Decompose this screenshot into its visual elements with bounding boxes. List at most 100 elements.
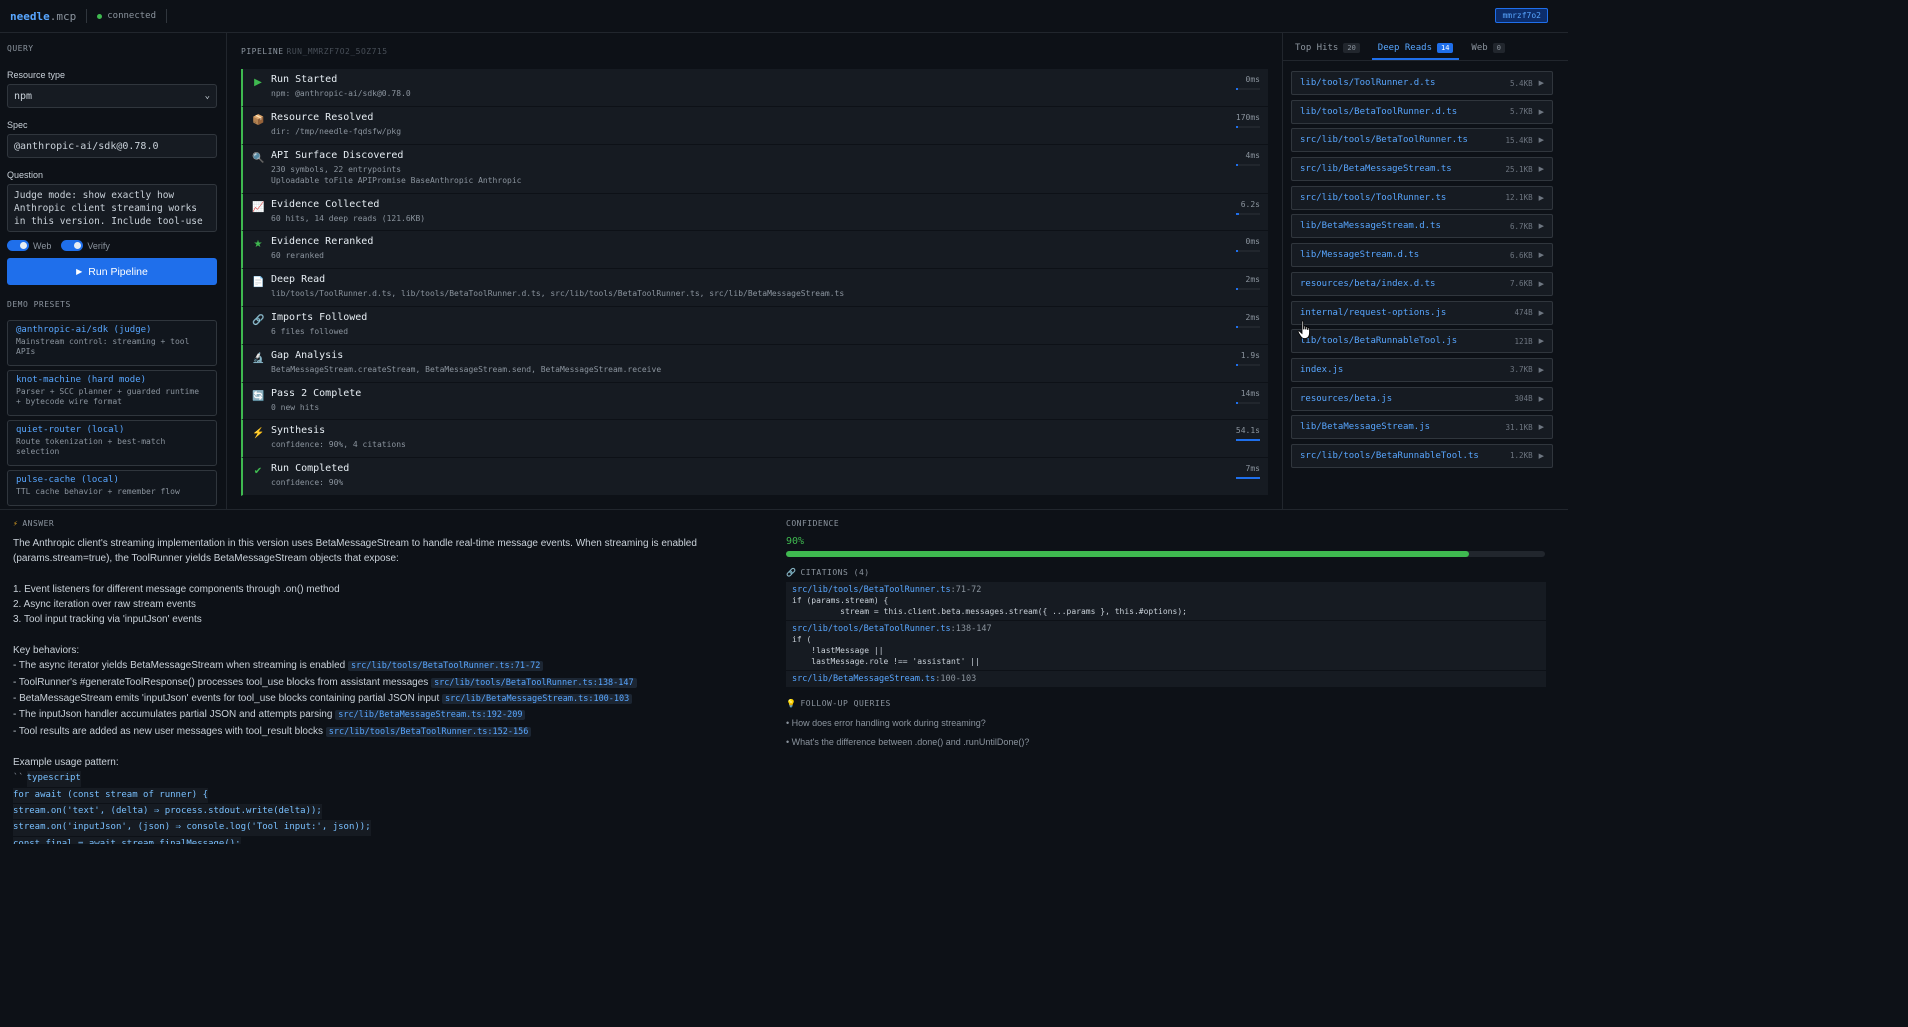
tab-top-hits[interactable]: Top Hits 20 [1289, 43, 1366, 60]
step-detail: Uploadable toFile APIPromise BaseAnthrop… [271, 175, 522, 185]
caret-right-icon: ▶ [1538, 223, 1544, 231]
followup-query[interactable]: • How does error handling work during st… [786, 718, 1546, 728]
citation-lines: :100-103 [935, 674, 977, 684]
citation-link[interactable]: src/lib/BetaMessageStream.ts:100-103 [442, 693, 633, 704]
app-logo[interactable]: needle.mcp [10, 10, 76, 23]
hand-cursor-icon [1297, 320, 1310, 339]
caret-right-icon: ▶ [1538, 108, 1544, 116]
answer-title: ⚡ ANSWER [13, 519, 773, 528]
file-name: lib/BetaMessageStream.d.ts [1300, 221, 1441, 232]
preset-name: knot-machine (hard mode) [16, 375, 147, 385]
file-item[interactable]: lib/BetaMessageStream.d.ts 6.7KB ▶ [1291, 214, 1553, 239]
file-item[interactable]: internal/request-options.js 474B ▶ [1291, 300, 1553, 325]
web-toggle[interactable]: Web [7, 240, 51, 251]
step-title: API Surface Discovered [271, 149, 404, 161]
chevron-down-icon: ⌄ [204, 91, 210, 101]
web-toggle-label: Web [33, 240, 52, 251]
file-item[interactable]: src/lib/BetaMessageStream.ts 25.1KB ▶ [1291, 157, 1553, 182]
file-item[interactable]: src/lib/tools/ToolRunner.ts 12.1KB ▶ [1291, 185, 1553, 210]
pipeline-step[interactable]: 📦 Resource Resolved dir: /tmp/needle-fqdsf… [241, 106, 1268, 145]
run-pipeline-button[interactable]: ▶ Run Pipeline [7, 258, 217, 285]
example-title: Example usage pattern: [13, 757, 119, 769]
tab-web[interactable]: Web 0 [1465, 43, 1510, 60]
results-panel: Top Hits 20 Deep Reads 14 Web 0 lib/tools/Too… [1282, 33, 1568, 509]
citation-card[interactable]: src/lib/tools/BetaToolRunner.ts:71-72 if … [786, 582, 1546, 621]
question-textarea[interactable]: Judge mode: show exactly how Anthropic c… [7, 184, 217, 232]
divider [0, 509, 1568, 510]
pipeline-step[interactable]: 📈 Evidence Collected 60 hits, 14 deep read… [241, 193, 1268, 232]
step-progress-bar [1236, 401, 1260, 404]
step-duration: 14ms [1240, 388, 1260, 398]
status-dot-icon [97, 13, 103, 19]
step-icon: 🔍 [252, 152, 265, 164]
query-panel: QUERY Resource type npm ⌄ Spec @anthropic… [0, 33, 227, 509]
confidence-bar-fill [786, 551, 1470, 557]
behavior-text: - BetaMessageStream emits 'inputJson' ev… [13, 692, 440, 704]
preset-item[interactable]: @anthropic-ai/sdk (judge) Mainstream cont… [7, 320, 217, 366]
pipeline-step[interactable]: ★ Evidence Reranked 60 reranked 0ms [241, 231, 1268, 270]
file-item[interactable]: src/lib/tools/BetaToolRunner.ts 15.4KB ▶ [1291, 128, 1553, 153]
preset-desc: Route tokenization + best-match selectio… [16, 437, 166, 456]
file-item[interactable]: lib/tools/ToolRunner.d.ts 5.4KB ▶ [1291, 71, 1553, 95]
step-title: Imports Followed [271, 311, 368, 323]
step-title: Synthesis [271, 425, 326, 437]
pipeline-step[interactable]: 🔗 Imports Followed 6 files followed 2ms [241, 306, 1268, 345]
file-item[interactable]: index.js 3.7KB ▶ [1291, 357, 1553, 382]
file-item[interactable]: lib/tools/BetaRunnableTool.js 121B ▶ [1291, 329, 1553, 354]
file-item[interactable]: src/lib/tools/BetaRunnableTool.ts 1.2KB ▶ [1291, 443, 1553, 468]
preset-desc: Mainstream control: streaming + tool API… [16, 337, 190, 356]
preset-item[interactable]: quiet-router (local) Route tokenization +… [7, 420, 217, 466]
pipeline-step[interactable]: ⚡ Synthesis confidence: 90%, 4 citations 54… [241, 420, 1268, 459]
tab-deep-reads[interactable]: Deep Reads 14 [1371, 43, 1460, 60]
pipeline-step[interactable]: 🔄 Pass 2 Complete 0 new hits 14ms [241, 382, 1268, 421]
preset-name: pulse-cache (local) [16, 475, 119, 485]
confidence-value: 90% [786, 536, 805, 547]
file-size: 25.1KB [1505, 164, 1533, 174]
code-line: for await (const stream of runner) { [13, 787, 209, 804]
citation-link[interactable]: src/lib/tools/BetaToolRunner.ts:71-72 [347, 661, 544, 672]
file-size: 15.4KB [1505, 135, 1533, 145]
pipeline-step[interactable]: 🔍 API Surface Discovered 230 symbols, 22 e… [241, 144, 1268, 194]
code-line: stream.on('inputJson', (json) ⇒ console.… [13, 820, 371, 836]
file-item[interactable]: lib/MessageStream.d.ts 6.6KB ▶ [1291, 243, 1553, 268]
pipeline-run-id: RUN_MMRZF7O2_5OZ715 [286, 47, 388, 56]
citation-card[interactable]: src/lib/BetaMessageStream.ts:100-103 [786, 671, 1546, 688]
citations-list: src/lib/tools/BetaToolRunner.ts:71-72 if … [786, 582, 1546, 688]
preset-item[interactable]: knot-machine (hard mode) Parser + SCC pla… [7, 370, 217, 416]
tab-count-badge: 0 [1492, 43, 1505, 53]
pipeline-step[interactable]: 📄 Deep Read lib/tools/ToolRunner.d.ts, lib… [241, 269, 1268, 307]
citation-link[interactable]: src/lib/tools/BetaToolRunner.ts:152-156 [325, 726, 532, 737]
caret-right-icon: ▶ [1538, 252, 1544, 260]
behavior-text: - The inputJson handler accumulates part… [13, 709, 333, 721]
run-id-badge[interactable]: mmrzf7o2 [1495, 8, 1548, 23]
preset-item[interactable]: pulse-cache (local) TTL cache behavior + … [7, 470, 217, 506]
file-list: lib/tools/ToolRunner.d.ts 5.4KB ▶ lib/tools… [1283, 61, 1568, 483]
toggle-switch[interactable] [7, 240, 29, 251]
step-progress-bar [1236, 439, 1260, 442]
file-size: 474B [1514, 308, 1533, 317]
spec-input[interactable]: @anthropic-ai/sdk@0.78.0 [7, 134, 217, 158]
citation-card[interactable]: src/lib/tools/BetaToolRunner.ts:138-147 i… [786, 621, 1546, 671]
step-progress-bar [1236, 288, 1260, 291]
verify-toggle-label: Verify [87, 240, 110, 251]
file-name: src/lib/BetaMessageStream.ts [1300, 164, 1452, 175]
file-item[interactable]: lib/tools/BetaToolRunner.d.ts 5.7KB ▶ [1291, 99, 1553, 124]
followup-query[interactable]: • What's the difference between .done() … [786, 737, 1546, 747]
step-duration: 7ms [1245, 464, 1260, 474]
file-item[interactable]: resources/beta.js 304B ▶ [1291, 386, 1553, 411]
toggle-switch[interactable] [61, 240, 84, 251]
pipeline-step[interactable]: ✔ Run Completed confidence: 90% 7ms [241, 458, 1268, 496]
verify-toggle[interactable]: Verify [61, 240, 110, 251]
citation-link[interactable]: src/lib/BetaMessageStream.ts:192-209 [335, 710, 526, 721]
question-label: Question [7, 170, 44, 180]
file-item[interactable]: lib/BetaMessageStream.js 31.1KB ▶ [1291, 415, 1553, 440]
file-name: lib/tools/ToolRunner.d.ts [1300, 78, 1436, 88]
step-subtitle: 6 files followed [271, 326, 349, 336]
pipeline-step[interactable]: ▶ Run Started npm: @anthropic-ai/sdk@0.78.… [241, 69, 1268, 107]
resource-type-select[interactable]: npm ⌄ [7, 84, 217, 108]
pipeline-step[interactable]: 🔬 Gap Analysis BetaMessageStream.createStr… [241, 344, 1268, 383]
file-name: src/lib/tools/BetaToolRunner.ts [1300, 135, 1468, 146]
citation-link[interactable]: src/lib/tools/BetaToolRunner.ts:138-147 [431, 677, 637, 688]
caret-right-icon: ▶ [1538, 338, 1544, 346]
file-item[interactable]: resources/beta/index.d.ts 7.6KB ▶ [1291, 271, 1553, 296]
